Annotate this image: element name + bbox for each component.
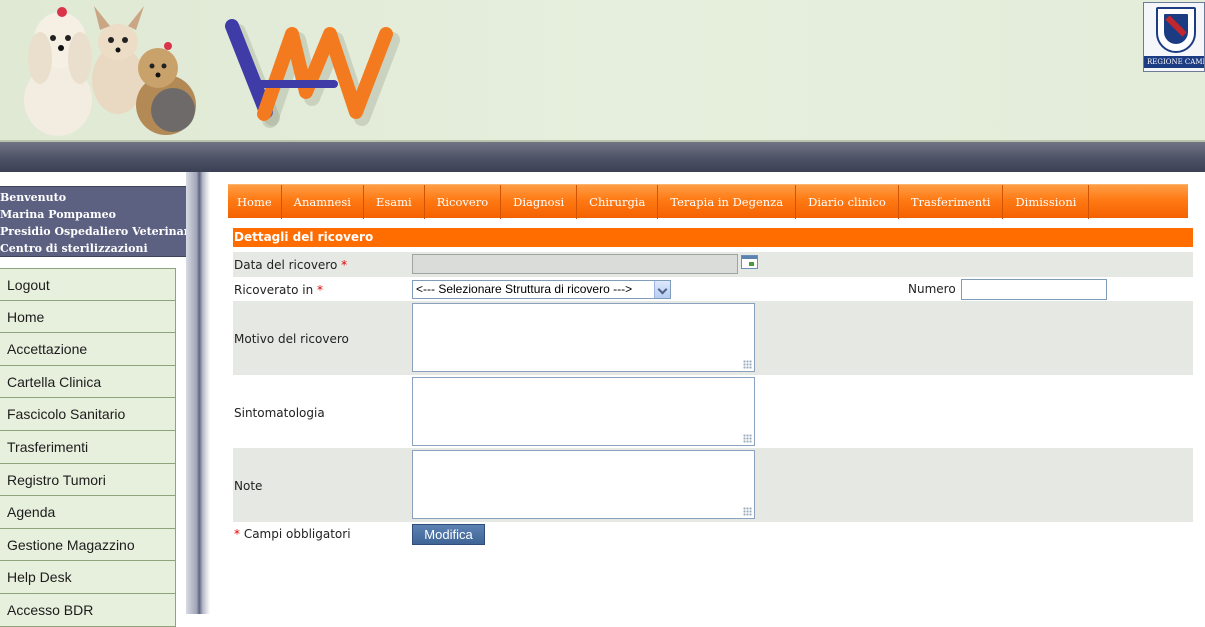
numero-input[interactable] <box>961 279 1107 300</box>
dogs-photo <box>24 6 196 136</box>
required-fields-note: Campi obbligatori <box>243 527 351 541</box>
chevron-down-icon[interactable] <box>654 281 670 298</box>
sidebar-item-accesso-bdr[interactable]: Accesso BDR <box>0 593 176 627</box>
motivo-label: Motivo del ricovero <box>234 332 349 346</box>
facility-name: Presidio Ospedaliero Veterinario <box>0 225 202 238</box>
required-marker: * <box>234 527 240 541</box>
tab-home[interactable]: Home <box>228 184 282 219</box>
sidebar-item-logout[interactable]: Logout <box>0 268 176 301</box>
tab-bar: Home Anamnesi Esami Ricovero Diagnosi Ch… <box>228 184 1188 219</box>
note-textarea[interactable] <box>412 450 755 519</box>
user-name: Marina Pompameo <box>0 208 116 221</box>
sidebar-item-cartella-clinica[interactable]: Cartella Clinica <box>0 365 176 399</box>
required-marker: * <box>317 283 324 297</box>
sidebar-item-agenda[interactable]: Agenda <box>0 496 176 529</box>
numero-label: Numero <box>908 282 956 296</box>
sintomatologia-textarea[interactable] <box>412 377 755 446</box>
sidebar-menu: Logout Home Accettazione Cartella Clinic… <box>0 268 176 627</box>
struttura-select-value: <--- Selezionare Struttura di ricovero -… <box>416 282 633 296</box>
row-note: Note <box>233 448 1193 522</box>
row-sintomatologia: Sintomatologia <box>233 375 1193 449</box>
tab-anamnesi[interactable]: Anamnesi <box>282 184 364 219</box>
tab-esami[interactable]: Esami <box>364 184 425 219</box>
tab-dimissioni[interactable]: Dimissioni <box>1003 184 1090 219</box>
date-input[interactable] <box>412 254 738 274</box>
sidebar-item-trasferimenti[interactable]: Trasferimenti <box>0 430 176 464</box>
center-name: Centro di sterilizzazioni <box>0 242 148 255</box>
row-data-ricovero: Data del ricovero * <box>233 252 1193 277</box>
tab-chirurgia[interactable]: Chirurgia <box>577 184 659 219</box>
row-ricoverato-in: Ricoverato in * <--- Selezionare Struttu… <box>233 277 1193 302</box>
sidebar-divider <box>186 172 210 614</box>
sidebar-item-help-desk[interactable]: Help Desk <box>0 561 176 594</box>
regione-campania-logo: REGIONE CAMPANIA <box>1143 2 1205 72</box>
header: REGIONE CAMPANIA <box>0 0 1205 142</box>
sintomatologia-label: Sintomatologia <box>234 406 325 420</box>
row-actions: * Campi obbligatori Modifica <box>233 522 1193 548</box>
required-marker: * <box>341 258 348 272</box>
sidebar-item-home[interactable]: Home <box>0 300 176 334</box>
row-motivo: Motivo del ricovero <box>233 301 1193 375</box>
section-title: Dettagli del ricovero <box>233 228 1193 247</box>
sidebar-item-accettazione[interactable]: Accettazione <box>0 333 176 366</box>
sidebar-item-registro-tumori[interactable]: Registro Tumori <box>0 463 176 497</box>
tab-diario-clinico[interactable]: Diario clinico <box>796 184 899 219</box>
sidebar: Benvenuto Marina Pompameo Presidio Osped… <box>0 172 210 627</box>
calendar-icon[interactable] <box>741 255 758 269</box>
sidebar-item-gestione-magazzino[interactable]: Gestione Magazzino <box>0 528 176 562</box>
sidebar-item-fascicolo-sanitario[interactable]: Fascicolo Sanitario <box>0 398 176 431</box>
vam-logo <box>225 19 400 128</box>
user-info-box: Benvenuto Marina Pompameo Presidio Osped… <box>0 186 202 257</box>
modifica-button[interactable]: Modifica <box>412 524 485 545</box>
tab-terapia-in-degenza[interactable]: Terapia in Degenza <box>658 184 797 219</box>
nav-band <box>0 142 1205 172</box>
welcome-text: Benvenuto <box>0 191 67 204</box>
tab-ricovero[interactable]: Ricovero <box>425 184 502 219</box>
tab-diagnosi[interactable]: Diagnosi <box>501 184 578 219</box>
region-shield-icon <box>1156 7 1196 53</box>
struttura-select[interactable]: <--- Selezionare Struttura di ricovero -… <box>412 280 671 299</box>
tab-trasferimenti[interactable]: Trasferimenti <box>899 184 1004 219</box>
note-label: Note <box>234 479 263 493</box>
date-label: Data del ricovero <box>234 258 338 272</box>
motivo-textarea[interactable] <box>412 303 755 372</box>
ricoverato-label: Ricoverato in <box>234 283 314 297</box>
region-badge-text: REGIONE CAMPANIA <box>1144 56 1204 68</box>
